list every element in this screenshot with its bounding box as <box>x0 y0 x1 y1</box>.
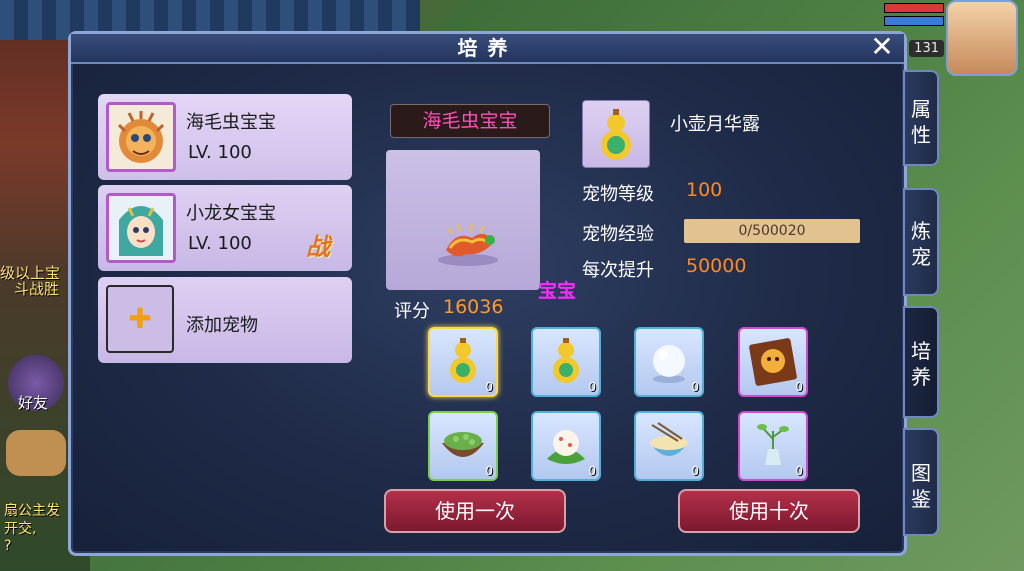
pet-level-label: 宠物等级 <box>582 184 654 205</box>
sea-urchin-pet-model <box>438 223 498 266</box>
item-slot-pearl[interactable]: 0 <box>634 327 704 397</box>
pet-level-value: 100 <box>686 179 723 201</box>
item-slot-tiger-book[interactable]: 0 <box>738 327 808 397</box>
tab-label: 性 <box>911 123 931 147</box>
tab-train[interactable]: 培 养 <box>903 306 939 418</box>
pearl-icon <box>653 345 685 383</box>
pet-name: 小龙女宝宝 <box>186 203 276 224</box>
chat-text: 扇公主发 <box>4 503 60 519</box>
item-count: 0 <box>588 380 596 394</box>
battle-badge: 战 <box>306 233 330 261</box>
tab-label: 属 <box>911 97 931 121</box>
gourd-icon <box>553 338 579 383</box>
tab-attributes[interactable]: 属 性 <box>903 70 939 166</box>
chat-text: ? <box>4 538 12 554</box>
panel-title-bar: 培养 <box>71 34 904 64</box>
sea-urchin-pet-portrait <box>106 102 176 172</box>
pet-card-sea-urchin[interactable]: 海毛虫宝宝 LV. 100 <box>98 94 352 180</box>
gain-value: 50000 <box>686 255 747 277</box>
gourd-icon <box>601 109 631 160</box>
pet-name: 海毛虫宝宝 <box>186 112 276 133</box>
selected-item-name: 小壶月华露 <box>670 114 760 135</box>
rice-ball-icon <box>547 430 585 464</box>
pet-exp-bar: 0/500020 <box>684 219 860 243</box>
noodle-bowl-icon <box>650 422 688 456</box>
add-pet-slot[interactable]: ✚ <box>106 285 174 353</box>
selected-item-slot[interactable] <box>582 100 650 168</box>
use-once-button[interactable]: 使用一次 <box>384 489 566 533</box>
tab-label: 培 <box>911 339 931 363</box>
pet-level: LV. 100 <box>188 142 252 163</box>
item-count: 0 <box>795 464 803 478</box>
tab-label: 图 <box>911 461 931 485</box>
item-count: 0 <box>691 380 699 394</box>
score-value: 16036 <box>443 296 504 318</box>
selected-pet-name: 海毛虫宝宝 <box>390 104 550 138</box>
tab-label: 养 <box>911 365 931 389</box>
pet-overhead-text: 宝宝 <box>538 280 577 302</box>
use-ten-button[interactable]: 使用十次 <box>678 489 860 533</box>
item-slot-herb-vase[interactable]: 0 <box>738 411 808 481</box>
item-slot-gourd[interactable]: 0 <box>531 327 601 397</box>
score-label: 评分 <box>394 301 430 322</box>
tab-label: 宠 <box>911 245 931 269</box>
bean-bowl-icon <box>442 432 484 457</box>
player-avatar[interactable] <box>946 0 1018 76</box>
item-count: 0 <box>485 464 493 478</box>
tab-label: 炼 <box>911 219 931 243</box>
herb-vase-icon <box>757 424 789 465</box>
chat-text: 开交, <box>4 521 37 537</box>
hp-bar <box>884 3 944 13</box>
chat-bubble-icon[interactable] <box>6 430 66 476</box>
mp-bar <box>884 16 944 26</box>
hud-status-bars <box>884 0 944 29</box>
panel-title: 培养 <box>457 36 518 60</box>
item-slot-noodle-bowl[interactable]: 0 <box>634 411 704 481</box>
pet-preview <box>386 150 540 290</box>
item-count: 0 <box>795 380 803 394</box>
pet-level: LV. 100 <box>188 233 252 254</box>
item-slot-gourd[interactable]: 0 <box>428 327 498 397</box>
gourd-icon <box>450 338 476 383</box>
add-pet-label: 添加宠物 <box>186 315 258 336</box>
gain-label: 每次提升 <box>582 260 654 281</box>
tab-label: 鉴 <box>911 487 931 511</box>
item-count: 0 <box>691 464 699 478</box>
friend-label: 好友 <box>18 394 49 412</box>
close-button[interactable]: ✕ <box>868 33 896 61</box>
ground-text: 斗战胜 <box>14 280 60 298</box>
pet-exp-label: 宠物经验 <box>582 224 654 245</box>
item-count: 0 <box>485 380 493 394</box>
item-slot-rice-ball[interactable]: 0 <box>531 411 601 481</box>
tab-codex[interactable]: 图 鉴 <box>903 428 939 536</box>
player-level: 131 <box>909 40 944 57</box>
tiger-book-icon <box>749 338 797 386</box>
pet-card-dragon-girl[interactable]: 小龙女宝宝 LV. 100 战 <box>98 185 352 271</box>
plus-icon: ✚ <box>128 302 152 335</box>
tab-refine-pet[interactable]: 炼 宠 <box>903 188 939 296</box>
dragon-girl-pet-portrait <box>106 193 176 263</box>
item-count: 0 <box>588 464 596 478</box>
add-pet-card[interactable]: ✚ 添加宠物 <box>98 277 352 363</box>
item-slot-bean-bowl[interactable]: 0 <box>428 411 498 481</box>
